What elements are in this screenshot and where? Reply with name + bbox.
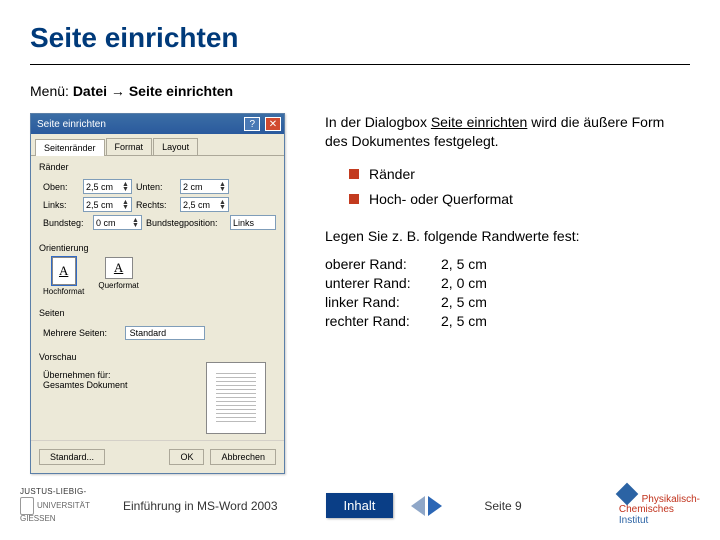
dialog-titlebar: Seite einrichten ? ✕ xyxy=(31,114,284,134)
page-number: Seite 9 xyxy=(484,499,521,513)
institute-logo: Physikalisch- Chemisches Institut xyxy=(619,486,700,527)
arrow-icon: → xyxy=(107,83,129,99)
label-rechts: Rechts: xyxy=(136,200,176,210)
menu-prefix: Menü: xyxy=(30,83,73,99)
portrait-icon: A xyxy=(52,257,76,285)
label-oben: Oben: xyxy=(43,182,79,192)
toc-button[interactable]: Inhalt xyxy=(326,493,394,518)
menu-path: Menü: Datei → Seite einrichten xyxy=(0,83,720,99)
input-bundsteg[interactable]: 0 cm▲▼ xyxy=(93,215,142,230)
select-bundpos[interactable]: Links xyxy=(230,215,276,230)
university-logo: JUSTUS-LIEBIG- UNIVERSITÄT GIESSEN xyxy=(20,488,115,523)
cancel-button[interactable]: Abbrechen xyxy=(210,449,276,465)
menu-seite-einrichten: Seite einrichten xyxy=(129,83,233,99)
close-button[interactable]: ✕ xyxy=(265,117,281,131)
input-links[interactable]: 2,5 cm▲▼ xyxy=(83,197,132,212)
group-seiten: Seiten xyxy=(31,302,284,320)
spinner-icon[interactable]: ▲▼ xyxy=(219,200,226,210)
ok-button[interactable]: OK xyxy=(169,449,204,465)
select-mehrere-seiten[interactable]: Standard xyxy=(125,326,205,340)
input-rechts[interactable]: 2,5 cm▲▼ xyxy=(180,197,229,212)
divider xyxy=(30,64,690,65)
standard-button[interactable]: Standard... xyxy=(39,449,105,465)
dialog-title: Seite einrichten xyxy=(37,119,106,130)
label-mehrere-seiten: Mehrere Seiten: xyxy=(43,328,107,338)
label-unten: Unten: xyxy=(136,182,176,192)
bullet-raender: Ränder xyxy=(349,165,690,184)
bullet-format: Hoch- oder Querformat xyxy=(349,190,690,209)
tab-layout[interactable]: Layout xyxy=(153,138,198,155)
bullet-icon xyxy=(349,169,359,179)
input-unten[interactable]: 2 cm▲▼ xyxy=(180,179,229,194)
label-bundsteg: Bundsteg: xyxy=(43,218,89,228)
description-text: In der Dialogbox Seite einrichten wird d… xyxy=(325,113,690,151)
underlined-term: Seite einrichten xyxy=(431,114,528,130)
slide-footer: JUSTUS-LIEBIG- UNIVERSITÄT GIESSEN Einfü… xyxy=(0,478,720,540)
group-orientation: Orientierung xyxy=(31,237,284,255)
label-bundpos: Bundstegposition: xyxy=(146,218,226,228)
orientation-portrait[interactable]: A Hochformat xyxy=(43,257,84,296)
page-title: Seite einrichten xyxy=(0,0,720,64)
input-oben[interactable]: 2,5 cm▲▼ xyxy=(83,179,132,194)
preview-icon xyxy=(206,362,266,434)
landscape-icon: A xyxy=(105,257,133,279)
tab-margins[interactable]: Seitenränder xyxy=(35,139,105,156)
spinner-icon[interactable]: ▲▼ xyxy=(122,182,129,192)
menu-datei: Datei xyxy=(73,83,107,99)
group-raender: Ränder xyxy=(31,156,284,174)
example-intro: Legen Sie z. B. folgende Randwerte fest: xyxy=(325,227,690,246)
description-column: In der Dialogbox Seite einrichten wird d… xyxy=(325,113,690,474)
tab-format[interactable]: Format xyxy=(106,138,153,155)
dialog-tabs: Seitenränder Format Layout xyxy=(31,134,284,156)
hex-icon xyxy=(616,482,639,505)
shield-icon xyxy=(20,497,34,515)
margin-fields: Oben: 2,5 cm▲▼ Unten: 2 cm▲▼ Links: 2,5 … xyxy=(31,174,284,237)
nav-arrows xyxy=(411,496,442,516)
label-links: Links: xyxy=(43,200,79,210)
spinner-icon[interactable]: ▲▼ xyxy=(132,218,139,228)
spinner-icon[interactable]: ▲▼ xyxy=(122,200,129,210)
page-setup-dialog: Seite einrichten ? ✕ Seitenränder Format… xyxy=(30,113,285,474)
spinner-icon[interactable]: ▲▼ xyxy=(219,182,226,192)
select-uebernehmen[interactable]: Gesamtes Dokument xyxy=(43,380,128,390)
next-icon[interactable] xyxy=(428,496,442,516)
lecture-title: Einführung in MS-Word 2003 xyxy=(123,499,278,513)
prev-icon[interactable] xyxy=(411,496,425,516)
bullet-icon xyxy=(349,194,359,204)
orientation-landscape[interactable]: A Querformat xyxy=(98,257,138,296)
help-button[interactable]: ? xyxy=(244,117,260,131)
example-values: oberer Rand:2, 5 cm unterer Rand:2, 0 cm… xyxy=(325,255,690,331)
